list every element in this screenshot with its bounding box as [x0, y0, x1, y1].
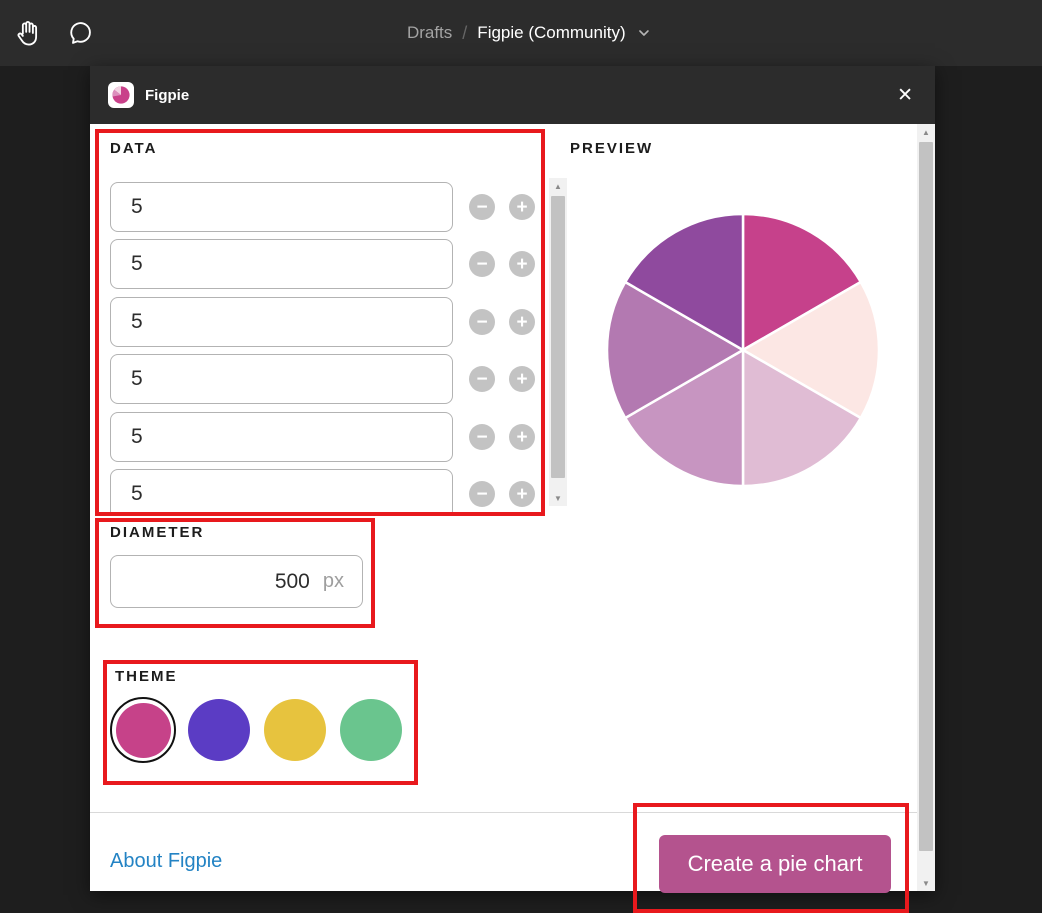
- data-row: − +: [110, 297, 536, 347]
- yellow-color-circle[interactable]: [264, 699, 326, 761]
- data-value-input[interactable]: [110, 239, 453, 289]
- preview-section-label: PREVIEW: [570, 140, 653, 157]
- scroll-down-arrow-icon[interactable]: ▼: [549, 490, 567, 506]
- theme-swatch-green[interactable]: [338, 697, 404, 763]
- data-row: − +: [110, 469, 536, 512]
- data-value-list: − + − + − + − + − +: [110, 170, 536, 512]
- increment-button[interactable]: +: [509, 194, 535, 220]
- purple-color-circle[interactable]: [188, 699, 250, 761]
- decrement-button[interactable]: −: [469, 424, 495, 450]
- plugin-scrollbar[interactable]: ▲ ▼: [917, 124, 935, 891]
- data-row: − +: [110, 412, 536, 462]
- data-value-input[interactable]: [110, 297, 453, 347]
- scrollbar-thumb[interactable]: [551, 196, 565, 478]
- data-list-scrollbar[interactable]: ▲ ▼: [549, 178, 567, 506]
- increment-button[interactable]: +: [509, 424, 535, 450]
- theme-swatch-purple[interactable]: [186, 697, 252, 763]
- breadcrumb-separator: /: [462, 23, 467, 44]
- diameter-unit: px: [323, 570, 344, 593]
- pie-chart: [603, 210, 883, 490]
- decrement-button[interactable]: −: [469, 251, 495, 277]
- scroll-down-arrow-icon[interactable]: ▼: [917, 875, 935, 891]
- theme-options: [110, 697, 404, 763]
- theme-swatch-yellow[interactable]: [262, 697, 328, 763]
- pie-chart-preview: [603, 210, 883, 490]
- plugin-title: Figpie: [145, 87, 189, 104]
- decrement-button[interactable]: −: [469, 309, 495, 335]
- increment-button[interactable]: +: [509, 251, 535, 277]
- increment-button[interactable]: +: [509, 366, 535, 392]
- data-section-label: DATA: [110, 140, 157, 157]
- increment-button[interactable]: +: [509, 481, 535, 507]
- figma-toolbar: Drafts / Figpie (Community): [0, 0, 1042, 66]
- data-value-input[interactable]: [110, 412, 453, 462]
- decrement-button[interactable]: −: [469, 481, 495, 507]
- data-row: − +: [110, 182, 536, 232]
- data-row: − +: [110, 239, 536, 289]
- about-figpie-link[interactable]: About Figpie: [110, 850, 222, 873]
- decrement-button[interactable]: −: [469, 366, 495, 392]
- comment-tool-button[interactable]: [61, 14, 99, 52]
- pink-color-circle[interactable]: [116, 703, 171, 758]
- chevron-down-icon: [638, 29, 650, 37]
- footer-divider: [90, 812, 917, 813]
- comment-icon: [66, 19, 94, 47]
- file-menu-chevron[interactable]: [638, 29, 650, 37]
- figpie-logo-icon: [108, 82, 134, 108]
- create-pie-chart-button[interactable]: Create a pie chart: [659, 835, 891, 893]
- plugin-titlebar: Figpie ✕: [90, 66, 935, 124]
- data-value-input[interactable]: [110, 182, 453, 232]
- data-value-input[interactable]: [110, 354, 453, 404]
- breadcrumb-file-name[interactable]: Figpie (Community): [477, 23, 625, 43]
- hand-tool-button[interactable]: [8, 14, 46, 52]
- increment-button[interactable]: +: [509, 309, 535, 335]
- hand-icon: [12, 18, 42, 48]
- diameter-input[interactable]: 500 px: [110, 555, 363, 608]
- plugin-body: DATA − + − + − + − +: [90, 124, 935, 891]
- diameter-section-label: DIAMETER: [110, 524, 204, 541]
- diameter-value: 500: [275, 570, 310, 594]
- theme-swatch-pink[interactable]: [110, 697, 176, 763]
- scroll-up-arrow-icon[interactable]: ▲: [549, 178, 567, 194]
- plugin-window: Figpie ✕ DATA − + − + − + −: [90, 66, 935, 891]
- scrollbar-thumb[interactable]: [919, 142, 933, 851]
- scroll-up-arrow-icon[interactable]: ▲: [917, 124, 935, 140]
- green-color-circle[interactable]: [340, 699, 402, 761]
- data-value-input[interactable]: [110, 469, 453, 512]
- breadcrumb: Drafts / Figpie (Community): [407, 0, 650, 66]
- decrement-button[interactable]: −: [469, 194, 495, 220]
- breadcrumb-drafts[interactable]: Drafts: [407, 23, 452, 43]
- data-row: − +: [110, 354, 536, 404]
- close-button[interactable]: ✕: [893, 82, 917, 109]
- theme-section-label: THEME: [115, 668, 178, 685]
